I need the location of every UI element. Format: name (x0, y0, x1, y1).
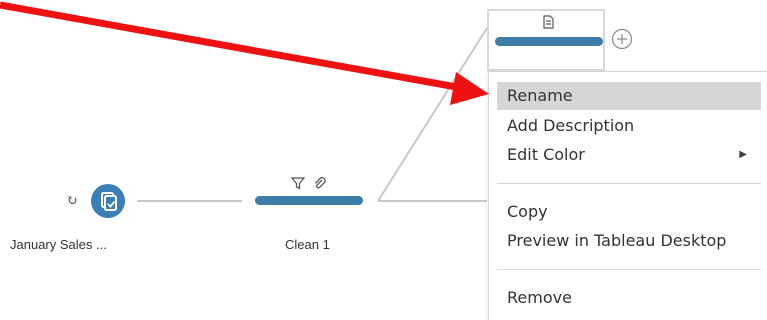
selected-node-bar (495, 37, 603, 46)
data-source-icon[interactable] (91, 184, 125, 218)
flow-canvas: ↻ January Sales ... Clean 1 Rename Add D… (0, 0, 767, 320)
menu-item-edit-color[interactable]: Edit Color ▶ (497, 141, 761, 169)
submenu-arrow-icon: ▶ (739, 149, 747, 160)
menu-item-preview-in-tableau-desktop[interactable]: Preview in Tableau Desktop (497, 227, 761, 255)
menu-item-add-description[interactable]: Add Description (497, 112, 761, 140)
context-menu: Rename Add Description Edit Color ▶ Copy… (488, 71, 767, 320)
menu-item-remove[interactable]: Remove (497, 284, 761, 312)
menu-item-edit-color-label: Edit Color (507, 145, 585, 164)
clean-node-label[interactable]: Clean 1 (285, 237, 330, 252)
connector-clean-to-selected (377, 27, 488, 202)
filter-icon (290, 176, 306, 195)
menu-separator (497, 183, 761, 184)
union-icon: ↻ (66, 193, 78, 209)
plus-circle-icon[interactable] (611, 28, 633, 55)
clean-node-bar[interactable] (255, 196, 363, 205)
selected-node[interactable] (487, 9, 605, 71)
menu-item-copy[interactable]: Copy (497, 198, 761, 226)
menu-separator (497, 269, 761, 270)
paperclip-icon (312, 176, 326, 195)
menu-item-rename[interactable]: Rename (497, 82, 761, 110)
document-icon (541, 15, 555, 34)
source-node-label[interactable]: January Sales ... (10, 237, 107, 252)
